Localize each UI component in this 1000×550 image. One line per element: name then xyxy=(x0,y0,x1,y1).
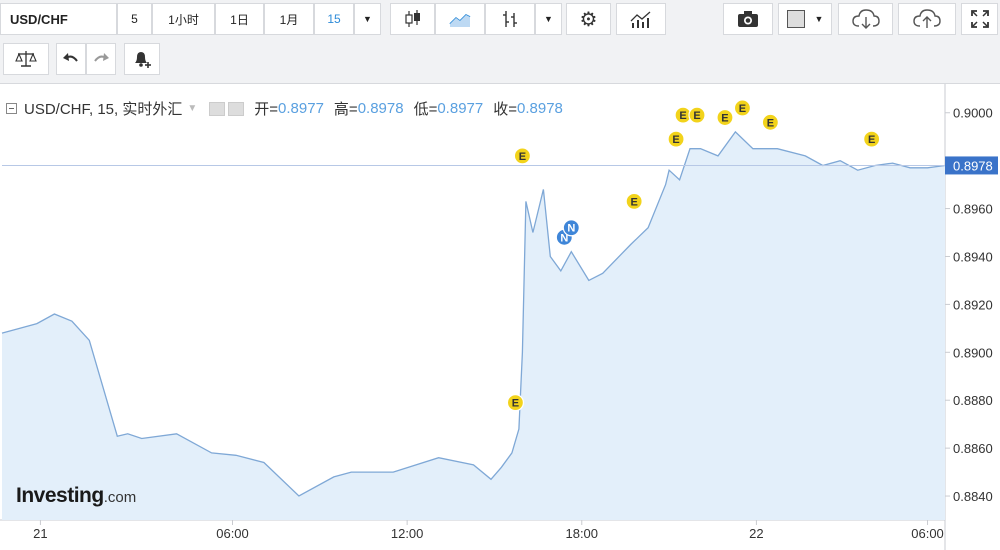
legend-settings-icon[interactable] xyxy=(209,102,225,116)
chart-panel: EENNEEEEEEEE 0.90000.89800.89600.89400.8… xyxy=(0,83,1000,550)
chevron-down-icon: ▼ xyxy=(815,14,824,24)
y-tick-label: 0.8860 xyxy=(953,441,993,456)
y-tick-label: 0.8940 xyxy=(953,249,993,264)
candles-style-button[interactable] xyxy=(390,3,435,35)
interval-1m-button[interactable]: 1月 xyxy=(264,3,314,35)
camera-icon xyxy=(736,9,760,29)
low-value: 0.8977 xyxy=(437,100,483,117)
redo-icon xyxy=(92,51,110,67)
area-chart-icon xyxy=(448,10,472,28)
fullscreen-icon xyxy=(970,9,990,29)
high-value: 0.8978 xyxy=(358,100,404,117)
y-tick-label: 0.8920 xyxy=(953,297,993,312)
event-marker-label: E xyxy=(512,398,519,410)
chart-legend: USD/CHF, 15, 实时外汇 ▼ 开=0.8977 高=0.8978 低=… xyxy=(6,98,563,119)
event-marker-label: E xyxy=(519,151,526,163)
x-tick-label: 21 xyxy=(33,526,47,541)
x-tick-label: 18:00 xyxy=(565,526,598,541)
upload-button[interactable] xyxy=(898,3,956,35)
y-tick-label: 0.8840 xyxy=(953,489,993,504)
logo-domain: .com xyxy=(104,489,137,506)
high-label: 高= xyxy=(334,98,358,119)
square-icon xyxy=(787,10,805,28)
event-marker-label: E xyxy=(679,110,686,122)
economic-event-marker[interactable]: E xyxy=(507,395,523,411)
event-marker-label: E xyxy=(739,103,746,115)
compare-button[interactable] xyxy=(3,43,49,75)
investing-logo[interactable]: Investing.com xyxy=(16,484,136,508)
event-marker-label: E xyxy=(767,117,774,129)
interval-1d-button[interactable]: 1日 xyxy=(215,3,264,35)
legend-hide-icon[interactable] xyxy=(228,102,244,116)
x-tick-label: 06:00 xyxy=(911,526,944,541)
logo-brand: Investing xyxy=(16,484,104,507)
event-marker-label: E xyxy=(868,134,875,146)
event-marker-label: E xyxy=(721,113,728,125)
gear-icon: ⚙ xyxy=(580,7,598,32)
x-tick-label: 22 xyxy=(749,526,763,541)
area-style-button[interactable] xyxy=(435,3,485,35)
snapshot-button[interactable] xyxy=(723,3,773,35)
cloud-download-icon xyxy=(851,8,881,30)
news-marker-label: N xyxy=(567,223,575,235)
last-price-tag-label: 0.8978 xyxy=(953,158,993,173)
cloud-upload-icon xyxy=(912,8,942,30)
chevron-down-icon: ▼ xyxy=(363,14,372,24)
open-label: 开= xyxy=(254,98,278,119)
event-marker-label: E xyxy=(630,196,637,208)
x-tick-label: 12:00 xyxy=(391,526,424,541)
collapse-legend-icon[interactable] xyxy=(6,103,17,114)
economic-event-marker[interactable]: E xyxy=(514,148,530,164)
y-tick-label: 0.9000 xyxy=(953,106,993,121)
economic-event-marker[interactable]: E xyxy=(864,131,880,147)
bars-style-button[interactable] xyxy=(485,3,535,35)
economic-event-marker[interactable]: E xyxy=(734,100,750,116)
news-marker[interactable]: N xyxy=(563,220,579,236)
bell-plus-icon xyxy=(131,49,153,69)
interval-1h-button[interactable]: 1小时 xyxy=(152,3,215,35)
economic-event-marker[interactable]: E xyxy=(717,110,733,126)
economic-event-marker[interactable]: E xyxy=(689,107,705,123)
close-value: 0.8978 xyxy=(517,100,563,117)
settings-button[interactable]: ⚙ xyxy=(566,3,611,35)
x-tick-label: 06:00 xyxy=(216,526,249,541)
legend-dropdown-icon[interactable]: ▼ xyxy=(187,103,197,114)
y-tick-label: 0.8880 xyxy=(953,393,993,408)
interval-dropdown-button[interactable]: ▼ xyxy=(354,3,381,35)
y-tick-label: 0.8960 xyxy=(953,202,993,217)
indicators-button[interactable] xyxy=(616,3,666,35)
price-chart[interactable]: EENNEEEEEEEE 0.90000.89800.89600.89400.8… xyxy=(0,84,1000,550)
add-alert-button[interactable] xyxy=(124,43,160,75)
ohlc-bars-icon xyxy=(499,8,521,30)
secondary-toolbar xyxy=(0,40,1000,82)
interval-15-button[interactable]: 15 xyxy=(314,3,354,35)
low-label: 低= xyxy=(414,98,438,119)
download-button[interactable] xyxy=(838,3,893,35)
symbol-input[interactable]: USD/CHF xyxy=(0,3,117,35)
economic-event-marker[interactable]: E xyxy=(626,193,642,209)
legend-title: USD/CHF, 15, 实时外汇 xyxy=(24,98,182,119)
undo-icon xyxy=(62,51,80,67)
layout-button[interactable]: ▼ xyxy=(778,3,832,35)
economic-event-marker[interactable]: E xyxy=(668,131,684,147)
fullscreen-button[interactable] xyxy=(961,3,998,35)
price-area-fill xyxy=(2,132,945,520)
candlestick-icon xyxy=(402,8,424,30)
close-label: 收= xyxy=(493,98,517,119)
redo-button[interactable] xyxy=(86,43,116,75)
y-tick-label: 0.8900 xyxy=(953,345,993,360)
undo-button[interactable] xyxy=(56,43,86,75)
chevron-down-icon: ▼ xyxy=(544,14,553,24)
event-marker-label: E xyxy=(672,134,679,146)
style-dropdown-button[interactable]: ▼ xyxy=(535,3,562,35)
top-toolbar: USD/CHF 5 1小时 1日 1月 15 ▼ ▼ ⚙ xyxy=(0,0,1000,40)
indicators-icon xyxy=(629,9,653,29)
open-value: 0.8977 xyxy=(278,100,324,117)
economic-event-marker[interactable]: E xyxy=(762,114,778,130)
event-marker-label: E xyxy=(693,110,700,122)
interval-5-button[interactable]: 5 xyxy=(117,3,152,35)
scales-icon xyxy=(15,49,37,69)
